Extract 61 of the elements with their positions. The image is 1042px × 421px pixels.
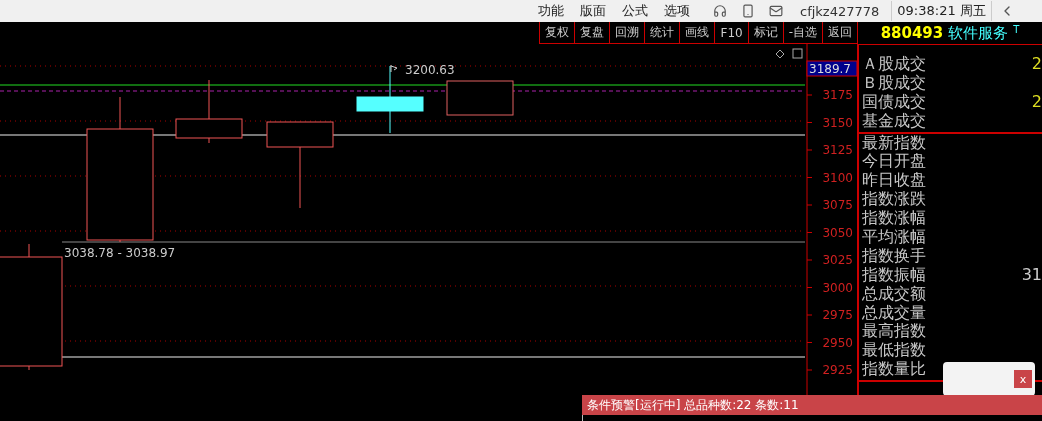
square-icon bbox=[792, 48, 803, 59]
candlestick bbox=[446, 80, 514, 116]
field-label: 平均涨幅 bbox=[862, 228, 926, 246]
field-label: 昨日收盘 bbox=[862, 171, 926, 190]
field-value: 31 bbox=[1021, 265, 1042, 284]
menu-item[interactable]: 选项 bbox=[664, 2, 690, 20]
diamond-icon bbox=[775, 49, 785, 59]
flag-icon bbox=[390, 64, 398, 73]
index-name: 软件服务 bbox=[948, 23, 1009, 43]
menu-item[interactable]: 版面 bbox=[580, 2, 606, 20]
field-label: 最低指数 bbox=[862, 341, 926, 360]
axis-label: 3175 bbox=[822, 88, 853, 102]
axis-label: 3025 bbox=[822, 253, 853, 267]
axis-label: 3000 bbox=[822, 280, 853, 295]
toolbar-button[interactable]: 标记 bbox=[747, 22, 783, 44]
index-marker: T bbox=[1013, 24, 1020, 35]
phone-icon[interactable] bbox=[741, 4, 755, 18]
alert-toast[interactable]: 条件预警[运行中] 总品种数:22 条数:11 bbox=[582, 395, 1042, 415]
axis-label: 2950 bbox=[822, 335, 853, 350]
candlestick bbox=[175, 79, 243, 144]
index-code: 880493 bbox=[880, 24, 944, 42]
menu-item[interactable]: 公式 bbox=[622, 2, 648, 20]
close-button[interactable]: x bbox=[1014, 370, 1032, 388]
toolbar-button[interactable]: 复盘 bbox=[574, 22, 610, 44]
toolbar-button[interactable]: 复权 bbox=[539, 22, 575, 44]
field-label: 指数涨跌 bbox=[862, 190, 926, 209]
field-label: 指数换手 bbox=[862, 246, 926, 265]
axis-label: 3050 bbox=[822, 225, 853, 240]
field-label: 指数量比 bbox=[862, 360, 926, 379]
field-label: 国债成交 bbox=[862, 92, 926, 111]
field-label: 指数涨幅 bbox=[862, 209, 926, 228]
toolbar-button[interactable]: 返回 bbox=[822, 22, 858, 44]
field-label: 总成交量 bbox=[862, 303, 926, 322]
field-label: 基金成交 bbox=[862, 111, 926, 130]
username: cfjkz427778 bbox=[800, 3, 880, 19]
axis-label: 3100 bbox=[822, 170, 853, 185]
range-label: 3038.78 - 3038.97 bbox=[64, 246, 176, 260]
field-label: 今日开盘 bbox=[862, 152, 926, 171]
axis-label: 2925 bbox=[822, 363, 853, 377]
mail-icon[interactable] bbox=[769, 4, 783, 18]
field-value: 2 bbox=[1031, 55, 1042, 73]
axis-label: 2975 bbox=[822, 308, 853, 322]
field-value: 2 bbox=[1031, 92, 1042, 111]
field-label: 最高指数 bbox=[862, 322, 926, 341]
toolbar-button[interactable]: -自选 bbox=[782, 22, 822, 44]
field-label: 最新指数 bbox=[862, 133, 926, 152]
axis-label: 3150 bbox=[822, 115, 853, 130]
toolbar-button[interactable]: 回溯 bbox=[609, 22, 645, 44]
toolbar-button[interactable]: 画线 bbox=[679, 22, 715, 44]
axis-label: 3075 bbox=[822, 198, 853, 212]
axis-label: 3125 bbox=[822, 143, 853, 157]
field-label: 指数振幅 bbox=[862, 265, 926, 284]
toolbar-button[interactable]: F10 bbox=[714, 22, 748, 44]
toolbar-button[interactable]: 统计 bbox=[644, 22, 680, 44]
clock: 09:38:21 周五 bbox=[891, 1, 992, 21]
field-label: Ｂ股成交 bbox=[862, 73, 926, 92]
field-label: 总成交额 bbox=[862, 284, 926, 303]
menu-item[interactable]: 功能 bbox=[538, 2, 564, 20]
headset-icon[interactable] bbox=[713, 4, 727, 18]
high-price-label: 3200.63 bbox=[405, 63, 455, 77]
field-label: Ａ股成交 bbox=[862, 55, 926, 73]
